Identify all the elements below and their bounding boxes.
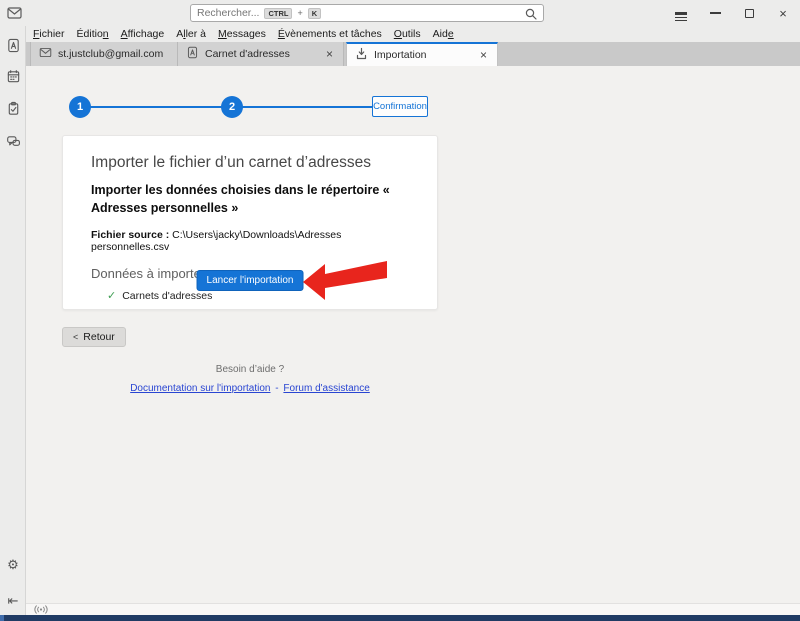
shortcut-plus: +	[297, 8, 302, 18]
source-file-label: Fichier source :	[91, 229, 169, 241]
ctrl-key-badge: CTRL	[264, 8, 292, 19]
checkmark-icon: ✓	[107, 289, 116, 302]
import-tab-icon	[355, 47, 368, 63]
menu-édition[interactable]: Édition	[77, 28, 109, 40]
menu-aller-à[interactable]: Aller à	[176, 28, 206, 40]
spaces-toolbar: ⚙ ⇤	[0, 26, 26, 615]
settings-gear-icon[interactable]: ⚙	[5, 557, 21, 573]
help-block: Besoin d’aide ? Documentation sur l'impo…	[50, 364, 450, 394]
menu-fichier[interactable]: Fichier	[33, 28, 65, 40]
menu-outils[interactable]: Outils	[394, 28, 421, 40]
mail-space-icon[interactable]	[6, 5, 23, 26]
close-tab-icon[interactable]: ×	[478, 49, 489, 61]
chevron-left-icon: <	[73, 332, 78, 342]
menu-messages[interactable]: Messages	[218, 28, 266, 40]
address-book-tab-icon	[186, 46, 199, 62]
card-title: Importer le fichier d’un carnet d’adress…	[91, 154, 413, 172]
search-placeholder: Rechercher...	[197, 7, 259, 19]
tab-label: Importation	[374, 49, 472, 61]
confirmation-step-badge: Confirmation	[372, 96, 428, 117]
tasks-space-icon[interactable]	[5, 100, 21, 116]
menubar: Fichier Édition Affichage Aller à Messages Év…	[26, 26, 800, 42]
chat-space-icon[interactable]	[5, 133, 21, 149]
app-menu-icon[interactable]	[664, 0, 698, 26]
close-window-icon[interactable]: ×	[766, 0, 800, 26]
address-book-space-icon[interactable]	[5, 37, 21, 53]
tab-import[interactable]: Importation ×	[346, 42, 498, 66]
mail-tab-icon	[39, 46, 52, 62]
back-button-label: Retour	[83, 331, 115, 343]
global-search-input[interactable]: Rechercher... CTRL + K	[190, 4, 544, 22]
tab-mail-account[interactable]: st.justclub@gmail.com	[30, 42, 178, 66]
source-file-row: Fichier source : C:\Users\jacky\Download…	[91, 229, 413, 253]
statusbar	[26, 603, 800, 615]
k-key-badge: K	[308, 8, 321, 19]
red-arrow-annotation	[301, 258, 389, 302]
help-prompt: Besoin d’aide ?	[50, 364, 450, 375]
assistance-forum-link[interactable]: Forum d'assistance	[283, 383, 369, 394]
menu-affichage[interactable]: Affichage	[121, 28, 165, 40]
thunderbird-window: Rechercher... CTRL + K × Fichier Édition A…	[0, 0, 800, 621]
card-subtitle: Importer les données choisies dans le ré…	[91, 181, 413, 217]
menu-aide[interactable]: Aide	[433, 28, 454, 40]
tab-label: Carnet d'adresses	[205, 48, 318, 60]
check-item-label: Carnets d'adresses	[122, 290, 212, 302]
menu-évènements-et-tâches[interactable]: Évènements et tâches	[278, 28, 382, 40]
collapse-sidebar-icon[interactable]: ⇤	[5, 593, 21, 609]
tabbar: st.justclub@gmail.com Carnet d'adresses …	[26, 42, 800, 66]
back-button[interactable]: < Retour	[62, 327, 126, 347]
window-bottom-edge	[0, 615, 800, 621]
close-tab-icon[interactable]: ×	[324, 48, 335, 60]
tab-address-book[interactable]: Carnet d'adresses ×	[178, 42, 344, 66]
tab-label: st.justclub@gmail.com	[58, 48, 169, 60]
maximize-icon[interactable]	[732, 0, 766, 26]
step-2-indicator: 2	[221, 96, 243, 118]
calendar-space-icon[interactable]	[5, 68, 21, 84]
titlebar: Rechercher... CTRL + K ×	[0, 0, 800, 26]
link-separator: -	[273, 383, 280, 394]
start-import-button[interactable]: Lancer l'importation	[197, 270, 304, 291]
search-icon	[524, 7, 538, 26]
step-1-indicator: 1	[69, 96, 91, 118]
window-controls: ×	[664, 0, 800, 26]
minimize-icon[interactable]	[698, 0, 732, 26]
documentation-link[interactable]: Documentation sur l'importation	[130, 383, 270, 394]
